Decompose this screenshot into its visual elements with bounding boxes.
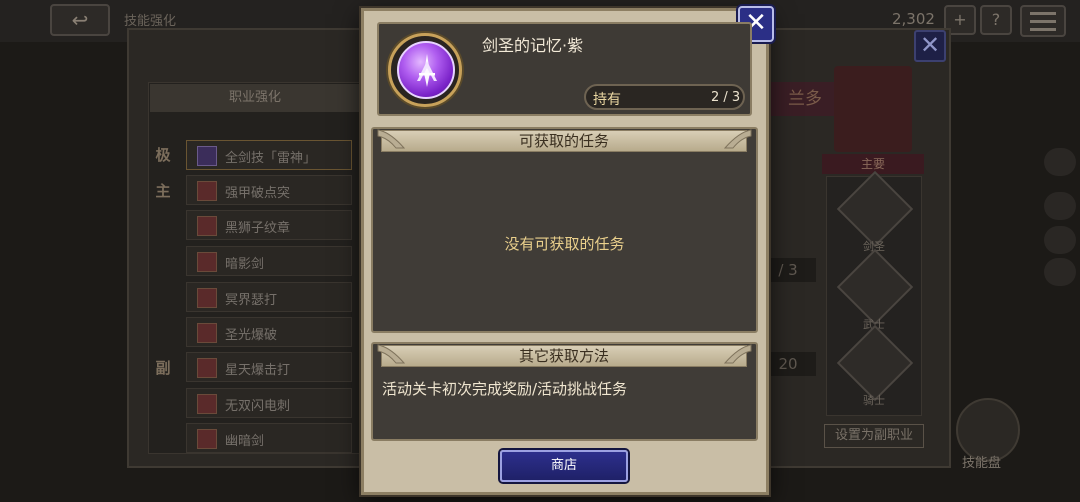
owned-value: 2 / 3 — [711, 90, 741, 105]
skill-icon — [197, 358, 217, 378]
side-button[interactable] — [1044, 192, 1076, 220]
skill-row[interactable]: 星天爆击打 — [186, 352, 352, 382]
skill-row[interactable]: 黑狮子纹章 — [186, 210, 352, 240]
back-arrow-icon: ↩ — [71, 8, 89, 32]
window-title: 技能强化 — [124, 14, 177, 29]
skill-icon — [197, 216, 217, 236]
no-quests-message: 没有可获取的任务 — [504, 235, 625, 253]
skill-icon — [197, 323, 217, 343]
skill-row[interactable]: 全剑技「雷神」 — [186, 140, 352, 170]
close-icon: ✕ — [919, 31, 941, 59]
help-button[interactable]: ? — [980, 5, 1012, 35]
side-button[interactable] — [1044, 148, 1076, 176]
search-button[interactable] — [1044, 226, 1076, 254]
menu-button[interactable] — [1020, 5, 1066, 37]
ornament-icon — [377, 129, 406, 149]
quests-section — [371, 127, 758, 333]
skill-list-header: 职业强化 — [150, 84, 360, 112]
skill-icon — [197, 146, 217, 166]
view-3d-button[interactable] — [1044, 258, 1076, 286]
skill-icon — [197, 181, 217, 201]
tag-sub: 副 — [155, 359, 171, 377]
character-portrait — [834, 66, 912, 152]
tag-main: 主 — [155, 182, 171, 200]
skill-icon — [197, 288, 217, 308]
ornament-icon — [377, 344, 406, 364]
skill-row[interactable]: 无双闪电刺 — [186, 388, 352, 418]
skill-row[interactable]: 强甲破点突 — [186, 175, 352, 205]
other-methods-text: 活动关卡初次完成奖励/活动挑战任务 — [382, 380, 628, 398]
menu-icon — [1030, 12, 1056, 15]
currency-count: 2,302 — [892, 10, 935, 28]
panel-close-button[interactable]: ✕ — [914, 30, 946, 62]
tag-ultimate: 极 — [155, 146, 171, 164]
skill-row[interactable]: 暗影剑 — [186, 246, 352, 276]
skill-row[interactable]: 冥界瑟打 — [186, 282, 352, 312]
purple-sword-orb-icon — [397, 41, 455, 99]
skill-row[interactable]: 圣光爆破 — [186, 317, 352, 347]
plus-icon: + — [953, 10, 967, 29]
help-icon: ? — [991, 10, 1001, 29]
ornament-icon — [723, 344, 752, 364]
set-sub-class-button[interactable]: 设置为副职业 — [824, 424, 924, 448]
owned-label: 持有 — [593, 92, 621, 108]
shop-button[interactable]: 商店 — [500, 450, 628, 482]
item-icon — [380, 27, 466, 113]
skill-icon — [197, 429, 217, 449]
skill-icon — [197, 394, 217, 414]
skill-board-label: 技能盘 — [962, 456, 1002, 471]
skill-row[interactable]: 幽暗剑 — [186, 423, 352, 453]
other-methods-title: 其它获取方法 — [381, 345, 747, 367]
item-name: 剑圣的记忆·紫 — [482, 36, 584, 55]
ornament-icon — [723, 129, 752, 149]
quests-section-title: 可获取的任务 — [381, 130, 747, 152]
back-button[interactable]: ↩ — [50, 4, 110, 36]
skill-icon — [197, 252, 217, 272]
